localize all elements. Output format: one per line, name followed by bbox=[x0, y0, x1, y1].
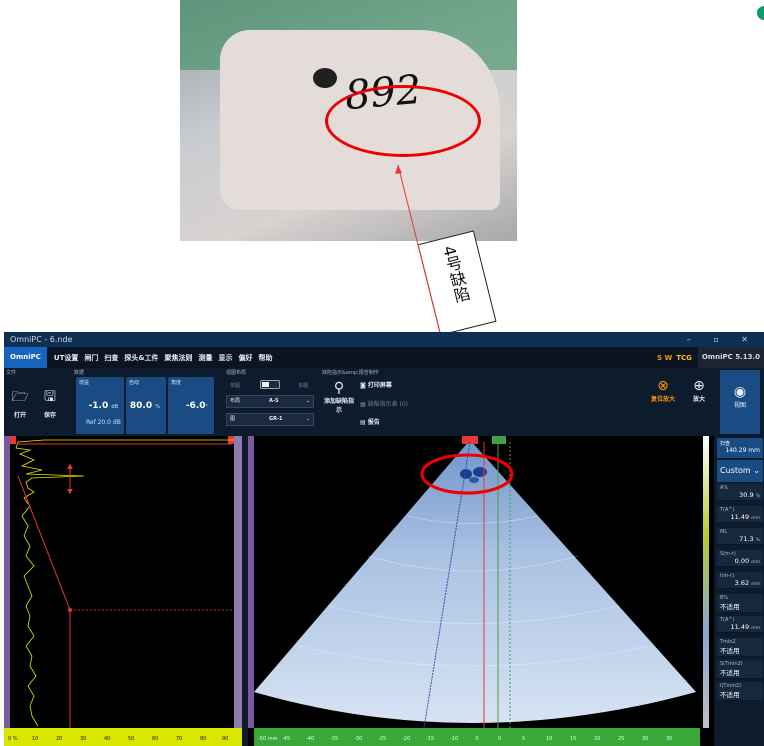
menu-measure[interactable]: 测量 bbox=[195, 353, 215, 363]
view-button[interactable]: ◉ 视图 bbox=[720, 370, 760, 434]
single-multi-toggle[interactable]: 单图 多图 bbox=[226, 378, 318, 391]
reset-zoom-button[interactable]: ⊗ 复位放大 bbox=[648, 378, 678, 403]
chevron-down-icon: ⌄ bbox=[753, 466, 760, 475]
menu-scan[interactable]: 扫查 bbox=[101, 353, 121, 363]
menu-probe-part[interactable]: 探头&工件 bbox=[121, 353, 161, 363]
gain-card[interactable]: 增益 -1.0 dB Ref 20.0 dB bbox=[76, 377, 124, 434]
print-screen-button[interactable]: ◙ 打印屏幕 bbox=[360, 380, 392, 389]
a-scan-waveform bbox=[15, 439, 234, 727]
window-title: OmniPC - 6.nde bbox=[10, 335, 73, 344]
save-button[interactable]: 🖫 保存 bbox=[38, 386, 62, 419]
report-button[interactable]: ▤ 报告 bbox=[360, 417, 380, 426]
reading-item[interactable]: I(m-r) 3.62 mm bbox=[717, 572, 763, 589]
index-ruler[interactable]: -50 mm -45 -40 -35 -30 -25 -20 -15 -10 -… bbox=[254, 728, 702, 746]
zoom-reset-icon: ⊗ bbox=[657, 378, 669, 394]
reading-item[interactable]: Tmin2 不适用 bbox=[717, 638, 763, 657]
version-label: OmniPC 5.13.0 bbox=[697, 347, 764, 368]
table-icon: ▦ bbox=[360, 401, 366, 408]
layout-group-label: 视图布局 bbox=[226, 370, 247, 376]
add-indication-button[interactable]: ⚲ 添加缺陷指示 bbox=[322, 380, 356, 414]
a-scan-plot[interactable] bbox=[4, 436, 242, 728]
connector-arrowhead bbox=[395, 165, 402, 174]
ribbon: 文件 🗁 打开 🖫 保存 数据 增益 -1.0 dB Ref 20.0 dB 自… bbox=[4, 368, 764, 436]
reading-item[interactable]: S(Tmin2) 不适用 bbox=[717, 660, 763, 679]
app-brand[interactable]: OmniPC bbox=[4, 347, 47, 368]
clipboard-icon: ▤ bbox=[360, 419, 366, 426]
reading-item[interactable]: T(A^) 11.49 mm bbox=[717, 506, 763, 523]
menu-help[interactable]: 帮助 bbox=[255, 353, 275, 363]
report-group-label: 缺陷指示&amp;报告制作 bbox=[322, 370, 379, 376]
reading-item[interactable]: T(A^) 11.49 mm bbox=[717, 616, 763, 633]
omnipc-window: OmniPC - 6.nde – ▫ ✕ OmniPC UT设置 闸门 扫查 探… bbox=[4, 332, 764, 746]
gain-ref: Ref 20.0 bbox=[86, 419, 111, 426]
zoom-in-icon: ⊕ bbox=[693, 378, 705, 394]
reading-item[interactable]: B% 不适用 bbox=[717, 594, 763, 613]
chevron-down-icon: ⌄ bbox=[305, 398, 310, 404]
color-palette-bar[interactable] bbox=[700, 436, 714, 746]
reading-item[interactable]: A% 30.9 % bbox=[717, 484, 763, 501]
pin-icon: ⚲ bbox=[333, 380, 345, 396]
reading-item[interactable]: I(Tmin2) 不适用 bbox=[717, 682, 763, 701]
zoom-button[interactable]: ⊕ 放大 bbox=[688, 378, 710, 403]
angle-card[interactable]: 角度 -6.0° bbox=[168, 377, 214, 434]
save-icon: 🖫 bbox=[44, 389, 56, 405]
s-scan-plot[interactable] bbox=[248, 436, 702, 728]
menu-gates[interactable]: 闸门 bbox=[81, 353, 101, 363]
menu-display[interactable]: 显示 bbox=[215, 353, 235, 363]
folder-open-icon: 🗁 bbox=[11, 389, 29, 405]
indication-table-button[interactable]: ▦ 缺陷指示表 (0) bbox=[360, 399, 408, 408]
palette-gradient bbox=[703, 436, 709, 728]
reading-item[interactable]: S(m-r) 0.00 mm bbox=[717, 550, 763, 567]
scan-position[interactable]: 扫查 140.29 mm bbox=[717, 438, 763, 458]
preset-select[interactable]: Custom ⌄ bbox=[717, 460, 763, 482]
title-bar: OmniPC - 6.nde – ▫ ✕ bbox=[4, 332, 764, 347]
camera-icon: ◙ bbox=[360, 382, 366, 389]
a-scan-view[interactable]: 0 % 10 20 30 40 50 60 70 80 90 bbox=[4, 436, 242, 746]
s-scan-view[interactable]: -50 mm -45 -40 -35 -30 -25 -20 -15 -10 -… bbox=[248, 436, 702, 746]
amplitude-ruler[interactable]: 0 % 10 20 30 40 50 60 70 80 90 bbox=[4, 728, 242, 746]
sw-indicator[interactable]: S W bbox=[657, 354, 672, 362]
menu-right: S W TCG OmniPC 5.13.0 bbox=[657, 347, 764, 368]
data-group-label: 数据 bbox=[74, 370, 85, 376]
angle-value: -6.0 bbox=[185, 401, 206, 411]
menu-ut-setup[interactable]: UT设置 bbox=[51, 353, 81, 363]
readings-panel: 扫查 140.29 mm Custom ⌄ A% 30.9 % T(A^) 11… bbox=[716, 436, 764, 746]
chart-select[interactable]: 图 GR-1 ⌄ bbox=[226, 413, 314, 426]
menu-focal-law[interactable]: 聚焦法则 bbox=[161, 353, 195, 363]
tcg-indicator[interactable]: TCG bbox=[676, 354, 692, 362]
file-group-label: 文件 bbox=[6, 370, 17, 376]
auto-value: 80.0 bbox=[129, 401, 153, 411]
eye-icon: ◉ bbox=[733, 384, 747, 400]
open-button[interactable]: 🗁 打开 bbox=[8, 386, 32, 419]
gain-value: -1.0 bbox=[88, 401, 109, 411]
menu-bar: OmniPC UT设置 闸门 扫查 探头&工件 聚焦法则 测量 显示 偏好 帮助… bbox=[4, 347, 764, 368]
menu-preferences[interactable]: 偏好 bbox=[235, 353, 255, 363]
auto-card[interactable]: 自动 80.0 % bbox=[126, 377, 166, 434]
chevron-down-icon: ⌄ bbox=[305, 416, 310, 422]
layout-select[interactable]: 布局 A-S ⌄ bbox=[226, 395, 314, 408]
window-controls[interactable]: – ▫ ✕ bbox=[687, 332, 758, 347]
layout-toggle-switch[interactable] bbox=[260, 380, 280, 389]
reading-item[interactable]: ML 71.3 % bbox=[717, 528, 763, 545]
